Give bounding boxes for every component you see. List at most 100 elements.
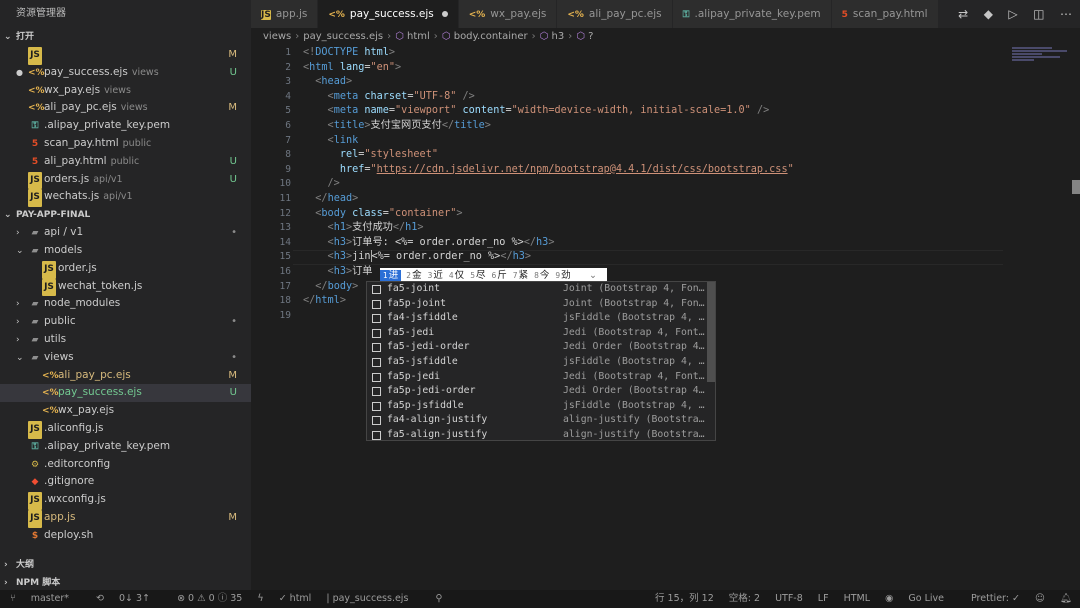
feedback-icon[interactable]: ☺ <box>1035 593 1045 604</box>
suggestion-item[interactable]: fa5-jedi-order Jedi Order (Bootstrap 4… <box>367 340 715 355</box>
suggestion-item[interactable]: fa5-jedi Jedi (Bootstrap 4, Font… <box>367 326 715 341</box>
open-editor-item[interactable]: JS wechats.js api/v1 <box>0 188 251 208</box>
ime-candidate[interactable]: 6斤 <box>491 270 506 281</box>
tree-item[interactable]: ⌄ ▰ views • <box>0 349 251 367</box>
git-diamond-icon[interactable]: ◆ <box>984 7 993 21</box>
tree-item[interactable]: ⌄ ▰ models <box>0 242 251 260</box>
tree-item[interactable]: › ▰ api / v1 • <box>0 224 251 242</box>
tree-item[interactable]: JS .aliconfig.js <box>0 420 251 439</box>
ime-candidate[interactable]: 3近 <box>428 270 443 281</box>
code-line[interactable]: <meta charset="UTF-8" /> <box>303 90 794 105</box>
tree-item[interactable]: › ▰ node_modules <box>0 295 251 313</box>
suggestion-scrollbar[interactable] <box>707 282 715 382</box>
suggestion-item[interactable]: fa5p-jedi-order Jedi Order (Bootstrap 4… <box>367 384 715 399</box>
tree-item[interactable]: $ deploy.sh <box>0 527 251 545</box>
suggestion-item[interactable]: fa5p-jsfiddle jsFiddle (Bootstrap 4, … <box>367 399 715 414</box>
tree-item[interactable]: <%ali_pay_pc.ejs M <box>0 367 251 385</box>
code-line[interactable]: /> <box>303 177 794 192</box>
language-mode[interactable]: HTML <box>844 593 870 604</box>
branch-indicator[interactable]: ⑂ master* <box>10 593 81 604</box>
breadcrumb-item[interactable]: views <box>263 31 291 42</box>
code-line[interactable]: <h3>jin<%= order.order_no %></h3> <box>303 250 794 265</box>
tree-item[interactable]: JS app.js M <box>0 509 251 528</box>
ime-candidate[interactable]: 9劲 <box>555 270 570 281</box>
run-icon[interactable]: ▷ <box>1008 7 1017 21</box>
minimap[interactable] <box>1012 46 1072 70</box>
tab-pay-success-ejs[interactable]: <% pay_success.ejs <box>318 0 459 28</box>
ime-candidate[interactable]: 1进 <box>380 270 402 281</box>
suggestion-item[interactable]: fa5p-jedi Jedi (Bootstrap 4, Font… <box>367 370 715 385</box>
project-header[interactable]: ⌄ PAY-APP-FINAL <box>0 206 251 224</box>
tree-item[interactable]: <%pay_success.ejs U <box>0 384 251 403</box>
compare-icon[interactable]: ⇄ <box>958 7 968 21</box>
ime-candidate[interactable]: 2金 <box>406 270 421 281</box>
suggestion-item[interactable]: fa5-jsfiddle jsFiddle (Bootstrap 4, … <box>367 355 715 370</box>
tree-item[interactable]: JS .wxconfig.js <box>0 491 251 510</box>
tree-item[interactable]: JS order.js <box>0 260 251 279</box>
tree-item[interactable]: ◆ .gitignore <box>0 473 251 491</box>
open-editor-item[interactable]: 5 scan_pay.html public <box>0 135 251 153</box>
open-editor-item[interactable]: <%ali_pay_pc.ejs views M <box>0 99 251 117</box>
suggestion-item[interactable]: fa4-align-justify align-justify (Bootstra… <box>367 413 715 428</box>
code-line[interactable]: rel="stylesheet" <box>303 148 794 163</box>
lightning-icon[interactable]: ϟ <box>257 593 263 604</box>
suggestion-item[interactable]: fa5-joint Joint (Bootstrap 4, Fon… <box>367 282 715 297</box>
unsaved-dot-icon[interactable] <box>441 11 448 17</box>
code-line[interactable]: <html lang="en"> <box>303 61 794 76</box>
encoding[interactable]: UTF-8 <box>775 593 803 604</box>
open-editor-item[interactable]: ⚿ .alipay_private_key.pem <box>0 117 251 135</box>
indentation[interactable]: 空格: 2 <box>729 593 760 604</box>
go-live-button[interactable]: ◉ Go Live <box>885 593 956 604</box>
suggestion-item[interactable]: fa4-jsfiddle jsFiddle (Bootstrap 4, … <box>367 311 715 326</box>
open-editors-header[interactable]: ⌄ 打开 <box>0 28 251 46</box>
tab--alipay-private-key-pem[interactable]: ⚿ .alipay_private_key.pem <box>672 0 832 28</box>
ime-candidate[interactable]: 7紧 <box>513 270 528 281</box>
code-line[interactable]: <meta name="viewport" content="width=dev… <box>303 104 794 119</box>
tab-ali-pay-pc-ejs[interactable]: <% ali_pay_pc.ejs <box>557 0 673 28</box>
tab-scan-pay-html[interactable]: 5 scan_pay.html <box>831 0 939 28</box>
suggestion-item[interactable]: fa5p-joint Joint (Bootstrap 4, Fon… <box>367 297 715 312</box>
split-editor-icon[interactable]: ◫ <box>1033 7 1044 21</box>
code-line[interactable]: <body class="container"> <box>303 207 794 222</box>
pin-icon[interactable]: ⚲ <box>435 593 442 604</box>
html-crumb[interactable]: ✓ html | pay_success.ejs <box>279 593 421 604</box>
suggestion-item[interactable]: fa5-align-justify align-justify (Bootstra… <box>367 428 715 440</box>
code-line[interactable]: <title>支付宝网页支付</title> <box>303 119 794 134</box>
sync-indicator[interactable]: ⟲ 0↓ 3↑ <box>96 593 162 604</box>
ime-candidate[interactable]: 5尽 <box>470 270 485 281</box>
breadcrumb-item[interactable]: body.container <box>454 31 528 42</box>
ime-candidate[interactable]: 4仅 <box>449 270 464 281</box>
breadcrumb-item[interactable]: pay_success.ejs <box>303 31 383 42</box>
code-line[interactable]: <head> <box>303 75 794 90</box>
eol[interactable]: LF <box>818 593 829 604</box>
tree-item[interactable]: › ▰ public • <box>0 313 251 331</box>
tab-wx-pay-ejs[interactable]: <% wx_pay.ejs <box>458 0 558 28</box>
outline-header[interactable]: › 大纲 <box>0 556 251 574</box>
code-line[interactable]: href="https://cdn.jsdelivr.net/npm/boots… <box>303 163 794 178</box>
tree-item[interactable]: JS wechat_token.js <box>0 278 251 297</box>
code-line[interactable]: </head> <box>303 192 794 207</box>
breadcrumb-item[interactable]: h3 <box>552 31 565 42</box>
suggestion-widget[interactable]: fa5-joint Joint (Bootstrap 4, Fon… fa5p-jo… <box>366 281 716 441</box>
code-line[interactable]: <h3>订单号: <%= order.order_no %></h3> <box>303 236 794 251</box>
code-line[interactable]: <h1>支付成功</h1> <box>303 221 794 236</box>
open-editor-item[interactable]: JS orders.js api/v1 U <box>0 171 251 190</box>
tree-item[interactable]: › ▰ utils <box>0 331 251 349</box>
tree-item[interactable]: <%wx_pay.ejs <box>0 402 251 420</box>
scrollbar-thumb[interactable] <box>1072 180 1080 194</box>
prettier-status[interactable]: Prettier: ✓ <box>971 593 1020 604</box>
problems-indicator[interactable]: ⊗ 0 ⚠ 0 ⓘ 35 <box>177 593 242 604</box>
breadcrumb-item[interactable]: html <box>407 31 430 42</box>
open-editor-item[interactable]: ● <%pay_success.ejs views U <box>0 64 251 82</box>
notifications-icon[interactable]: 🔔︎ <box>1060 593 1072 604</box>
breadcrumb-item[interactable]: ? <box>588 31 593 42</box>
open-editor-item[interactable]: 5 ali_pay.html public U <box>0 153 251 171</box>
tab-app-js[interactable]: JS app.js <box>251 0 319 28</box>
code-line[interactable]: <!DOCTYPE html> <box>303 46 794 61</box>
open-editor-item[interactable]: <%wx_pay.ejs views <box>0 82 251 100</box>
tree-item[interactable]: ⚿ .alipay_private_key.pem <box>0 438 251 456</box>
npm-scripts-header[interactable]: › NPM 脚本 <box>0 574 251 590</box>
cursor-position[interactable]: 行 15，列 12 <box>655 593 714 604</box>
open-editor-item[interactable]: JS M <box>0 46 251 65</box>
ime-candidate[interactable]: 8今 <box>534 270 549 281</box>
